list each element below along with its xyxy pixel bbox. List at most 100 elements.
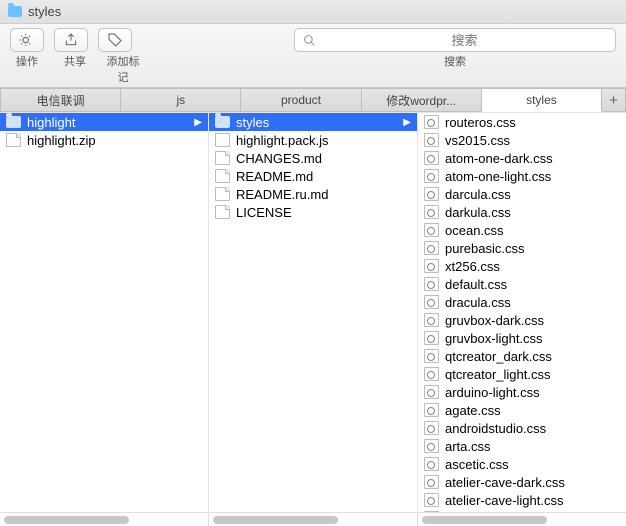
item-label: darkula.css bbox=[445, 205, 620, 220]
list-item[interactable]: highlight.zip bbox=[0, 131, 208, 149]
list-item[interactable]: LICENSE bbox=[209, 203, 417, 221]
share-button[interactable] bbox=[54, 28, 88, 52]
column-2: routeros.css vs2015.css atom-one-dark.css a… bbox=[418, 113, 626, 512]
list-item[interactable]: atelier-dune-dark.css bbox=[418, 509, 626, 512]
column-0: highlight ▶ highlight.zip bbox=[0, 113, 209, 512]
folder-icon bbox=[215, 116, 230, 128]
chevron-right-icon: ▶ bbox=[194, 117, 202, 128]
item-label: atelier-dune-dark.css bbox=[445, 511, 620, 513]
item-label: qtcreator_light.css bbox=[445, 367, 620, 382]
item-label: highlight.zip bbox=[27, 133, 202, 148]
list-item[interactable]: qtcreator_dark.css bbox=[418, 347, 626, 365]
search-input[interactable] bbox=[322, 33, 607, 48]
file-icon bbox=[424, 475, 439, 489]
item-label: README.ru.md bbox=[236, 187, 411, 202]
file-icon bbox=[424, 169, 439, 183]
list-item[interactable]: vs2015.css bbox=[418, 131, 626, 149]
item-label: default.css bbox=[445, 277, 620, 292]
list-item[interactable]: gruvbox-light.css bbox=[418, 329, 626, 347]
search-icon bbox=[303, 34, 316, 47]
file-icon bbox=[215, 187, 230, 201]
item-label: LICENSE bbox=[236, 205, 411, 220]
share-label: 共享 bbox=[58, 53, 92, 85]
tags-button[interactable] bbox=[98, 28, 132, 52]
item-label: arta.css bbox=[445, 439, 620, 454]
list-item[interactable]: default.css bbox=[418, 275, 626, 293]
item-label: README.md bbox=[236, 169, 411, 184]
list-item[interactable]: styles▶ bbox=[209, 113, 417, 131]
share-icon bbox=[63, 32, 79, 48]
file-icon bbox=[424, 295, 439, 309]
tab-3[interactable]: 修改wordpr... bbox=[362, 88, 482, 112]
list-item[interactable]: purebasic.css bbox=[418, 239, 626, 257]
list-item[interactable]: highlight.pack.js bbox=[209, 131, 417, 149]
file-icon bbox=[424, 403, 439, 417]
tab-0[interactable]: 电信联调 bbox=[0, 88, 121, 112]
item-label: qtcreator_dark.css bbox=[445, 349, 620, 364]
list-item[interactable]: xt256.css bbox=[418, 257, 626, 275]
tab-2[interactable]: product bbox=[241, 88, 361, 112]
item-label: arduino-light.css bbox=[445, 385, 620, 400]
item-label: ocean.css bbox=[445, 223, 620, 238]
item-label: routeros.css bbox=[445, 115, 620, 130]
file-icon bbox=[6, 133, 21, 147]
file-icon bbox=[424, 511, 439, 512]
list-item[interactable]: ascetic.css bbox=[418, 455, 626, 473]
tags-label: 添加标记 bbox=[106, 53, 140, 85]
list-item[interactable]: darkula.css bbox=[418, 203, 626, 221]
horizontal-scrollbar[interactable] bbox=[0, 512, 626, 526]
list-item[interactable]: qtcreator_light.css bbox=[418, 365, 626, 383]
item-label: agate.css bbox=[445, 403, 620, 418]
item-label: atom-one-dark.css bbox=[445, 151, 620, 166]
list-item[interactable]: atelier-cave-light.css bbox=[418, 491, 626, 509]
file-icon bbox=[424, 439, 439, 453]
list-item[interactable]: CHANGES.md bbox=[209, 149, 417, 167]
list-item[interactable]: ocean.css bbox=[418, 221, 626, 239]
item-label: androidstudio.css bbox=[445, 421, 620, 436]
list-item[interactable]: gruvbox-dark.css bbox=[418, 311, 626, 329]
list-item[interactable]: agate.css bbox=[418, 401, 626, 419]
list-item[interactable]: README.ru.md bbox=[209, 185, 417, 203]
search-label: 搜索 bbox=[294, 53, 616, 85]
list-item[interactable]: arduino-light.css bbox=[418, 383, 626, 401]
item-label: atom-one-light.css bbox=[445, 169, 620, 184]
list-item[interactable]: dracula.css bbox=[418, 293, 626, 311]
file-icon bbox=[215, 205, 230, 219]
folder-icon bbox=[6, 116, 21, 128]
file-icon bbox=[424, 133, 439, 147]
item-label: highlight bbox=[27, 115, 188, 130]
file-icon bbox=[424, 367, 439, 381]
item-label: darcula.css bbox=[445, 187, 620, 202]
tab-1[interactable]: js bbox=[121, 88, 241, 112]
item-label: atelier-cave-dark.css bbox=[445, 475, 620, 490]
actions-label: 操作 bbox=[10, 53, 44, 85]
folder-icon bbox=[8, 6, 22, 17]
window-title: styles bbox=[28, 4, 61, 19]
list-item[interactable]: arta.css bbox=[418, 437, 626, 455]
item-label: highlight.pack.js bbox=[236, 133, 411, 148]
list-item[interactable]: darcula.css bbox=[418, 185, 626, 203]
item-label: gruvbox-dark.css bbox=[445, 313, 620, 328]
file-icon bbox=[424, 493, 439, 507]
item-label: CHANGES.md bbox=[236, 151, 411, 166]
tab-add-button[interactable]: + bbox=[602, 88, 626, 112]
column-1: styles▶ highlight.pack.js CHANGES.md README… bbox=[209, 113, 418, 512]
item-label: vs2015.css bbox=[445, 133, 620, 148]
actions-button[interactable] bbox=[10, 28, 44, 52]
list-item[interactable]: atom-one-dark.css bbox=[418, 149, 626, 167]
item-label: purebasic.css bbox=[445, 241, 620, 256]
list-item[interactable]: README.md bbox=[209, 167, 417, 185]
toolbar: 操作 共享 添加标记 搜索 bbox=[0, 24, 626, 88]
file-icon bbox=[424, 205, 439, 219]
search-field[interactable] bbox=[294, 28, 616, 52]
list-item[interactable]: routeros.css bbox=[418, 113, 626, 131]
tag-icon bbox=[107, 32, 123, 48]
list-item[interactable]: atelier-cave-dark.css bbox=[418, 473, 626, 491]
file-icon bbox=[215, 133, 230, 147]
tab-4[interactable]: styles bbox=[482, 88, 602, 112]
list-item[interactable]: highlight ▶ bbox=[0, 113, 208, 131]
list-item[interactable]: androidstudio.css bbox=[418, 419, 626, 437]
item-label: xt256.css bbox=[445, 259, 620, 274]
file-icon bbox=[424, 259, 439, 273]
list-item[interactable]: atom-one-light.css bbox=[418, 167, 626, 185]
